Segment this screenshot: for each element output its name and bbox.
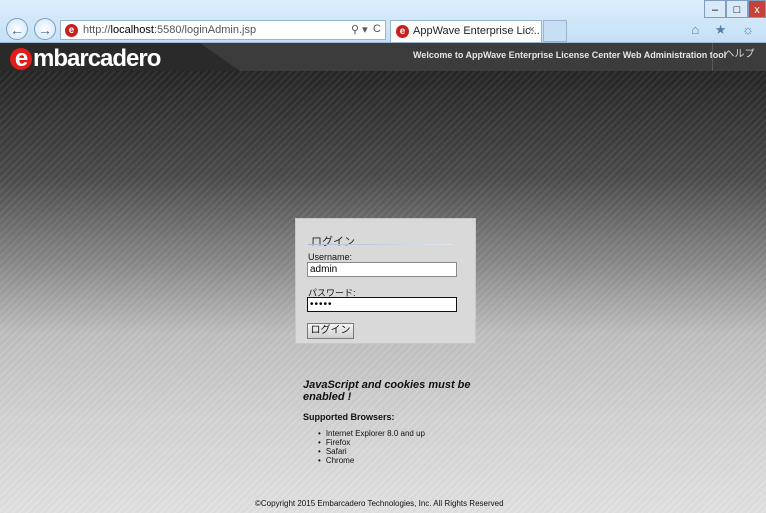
help-link[interactable]: ヘルプ [712,43,766,71]
address-url[interactable]: http://localhost:5580/loginAdmin.jsp [83,24,256,36]
list-item: Chrome [326,456,425,465]
close-window-button[interactable]: x [748,0,766,18]
search-icon[interactable]: ⚲ ▾ [351,23,368,36]
forward-arrow-icon: → [38,22,52,38]
welcome-text: Welcome to AppWave Enterprise License Ce… [413,50,727,60]
ie-page-icon: e [65,24,78,37]
back-button[interactable]: ← [6,18,28,40]
tab-favicon-icon: e [396,25,409,38]
list-item: Firefox [326,438,425,447]
page-content: e mbarcadero Welcome to AppWave Enterpris… [0,43,766,513]
maximize-button[interactable]: □ [726,0,748,18]
tab-title: AppWave Enterprise Lic... [413,25,540,37]
forward-button[interactable]: → [34,18,56,40]
new-tab-button[interactable] [543,20,567,42]
back-arrow-icon: ← [10,22,24,38]
browser-list: Internet Explorer 8.0 and up Firefox Saf… [326,429,425,465]
url-path: :5580/loginAdmin.jsp [153,24,257,36]
username-label: Username: [308,252,353,262]
list-item: Internet Explorer 8.0 and up [326,429,425,438]
login-panel: ログイン Username: admin パスワード: ••••• ログイン [295,218,476,344]
login-title: ログイン [311,236,355,248]
toolbar-icons[interactable]: ⌂ ★ ☼ [691,22,760,38]
username-input[interactable]: admin [307,262,457,277]
logo-e-mark: e [10,47,32,71]
requirement-notice: JavaScript and cookies must be enabled ! [303,379,471,403]
embarcadero-logo[interactable]: e mbarcadero [10,45,161,72]
copyright: ©Copyright 2015 Embarcadero Technologies… [255,499,504,508]
browser-chrome: ← → e http://localhost:5580/loginAdmin.j… [0,0,766,43]
window-controls: – □ x [704,0,766,18]
refresh-icon[interactable]: C [373,23,381,35]
address-bar[interactable]: e http://localhost:5580/loginAdmin.jsp ⚲… [60,20,386,40]
list-item: Safari [326,447,425,456]
logo-text: mbarcadero [33,45,161,72]
browser-tab[interactable]: e AppWave Enterprise Lic... × [390,20,542,42]
login-button[interactable]: ログイン [307,323,354,339]
title-divider [308,244,452,245]
url-prefix: http:// [83,24,111,36]
supported-browsers-title: Supported Browsers: [303,412,395,422]
minimize-button[interactable]: – [704,0,726,18]
password-input[interactable]: ••••• [307,297,457,312]
tab-close-icon[interactable]: × [529,24,535,36]
url-host: localhost [110,24,154,36]
header-wedge [200,43,240,71]
site-header: e mbarcadero Welcome to AppWave Enterpris… [0,43,766,71]
